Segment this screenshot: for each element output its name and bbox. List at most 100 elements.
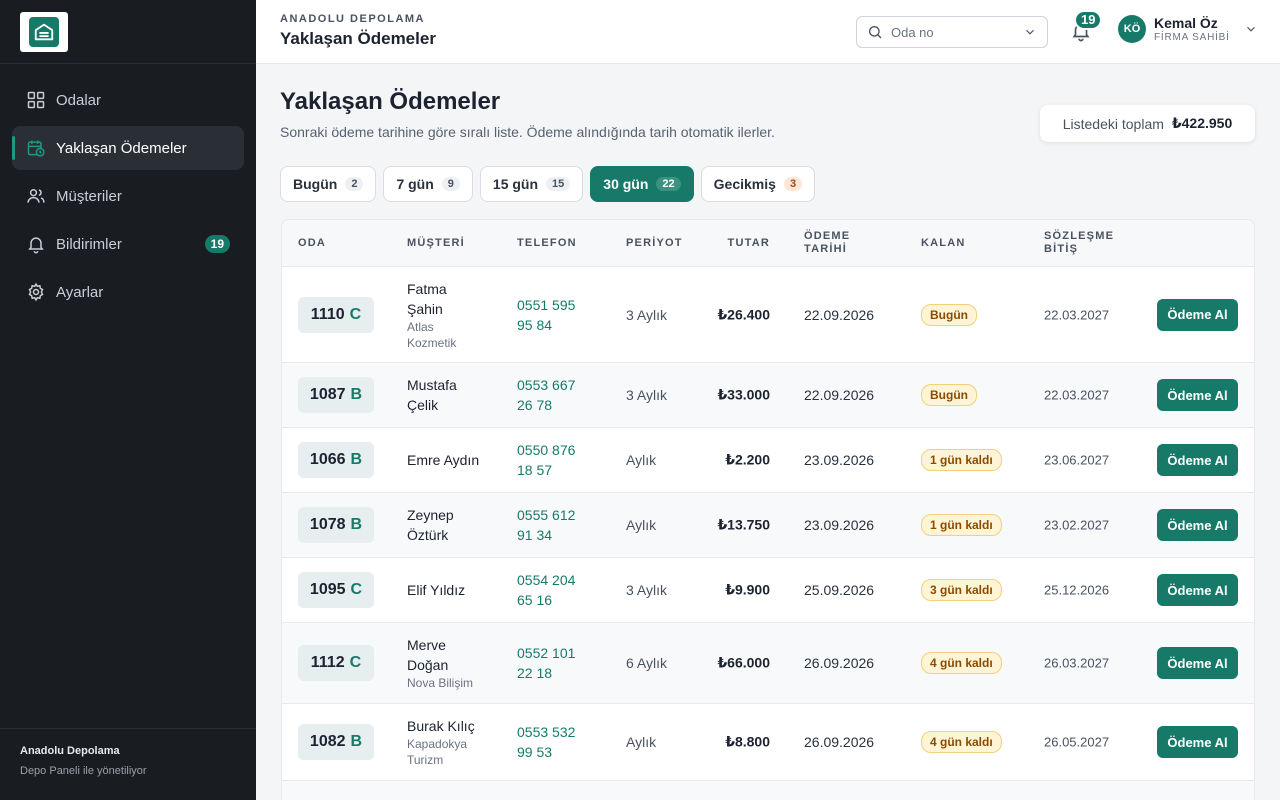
- col-period[interactable]: PERİYOT: [626, 237, 683, 250]
- phone-line: 0550 876: [517, 442, 576, 458]
- col-amount[interactable]: TUTAR: [728, 237, 770, 250]
- table-row[interactable]: 1082 B Burak Kılıç Kapadokya Turizm 0553 532 9…: [282, 704, 1254, 781]
- sidebar-item-bildirimler[interactable]: Bildirimler 19: [12, 222, 244, 266]
- take-payment-button[interactable]: Ödeme Al: [1157, 298, 1238, 331]
- filter-30-days[interactable]: 30 gün 22: [590, 166, 694, 202]
- customer-cell[interactable]: Burak Kılıç Kapadokya Turizm: [407, 716, 497, 768]
- room-chip[interactable]: 1110 C: [298, 296, 374, 333]
- customer-cell[interactable]: Merve Doğan Nova Bilişim: [407, 635, 497, 691]
- table-row[interactable]: 1066 B Emre Aydın 0550 876 18 57 Aylık ₺2.200 2…: [282, 428, 1254, 493]
- period-value: Aylık: [626, 452, 657, 468]
- room-chip[interactable]: 1082 B: [298, 724, 374, 760]
- notification-count-badge: 19: [204, 235, 230, 253]
- customer-company-line: Kapadokya: [407, 737, 468, 751]
- filter-overdue[interactable]: Gecikmiş 3: [700, 166, 816, 202]
- room-block: C: [350, 581, 363, 598]
- phone-link[interactable]: 0551 595 95 84: [517, 295, 597, 335]
- contract-end-value: 22.03.2027: [1044, 307, 1110, 322]
- payments-table: ODA MÜŞTERİ TELEFON PERİYOT TUTAR ÖDEME T…: [281, 219, 1255, 800]
- col-due-date[interactable]: ÖDEME TARİHİ: [804, 230, 850, 256]
- due-date-value: 22.09.2026: [804, 306, 875, 323]
- phone-link[interactable]: 0550 876 18 57: [517, 440, 597, 480]
- due-date-value: 26.09.2026: [804, 655, 875, 671]
- room-chip[interactable]: 1078 B: [298, 507, 374, 543]
- customer-cell[interactable]: Emre Aydın: [407, 450, 497, 470]
- col-contract-end[interactable]: SÖZLEŞME BİTİŞ: [1044, 230, 1114, 256]
- total-value: ₺422.950: [1171, 115, 1233, 131]
- logo[interactable]: [20, 11, 68, 52]
- customer-name-line: Şahin: [407, 300, 443, 317]
- sidebar-item-label: Ayarlar: [56, 283, 104, 301]
- table-row[interactable]: 1095 C Elif Yıldız 0554 204 65 16 3 Aylık ₺9.9…: [282, 558, 1254, 623]
- gear-icon: [28, 282, 44, 302]
- remaining-badge: Bugün: [921, 384, 977, 406]
- chevron-down-icon[interactable]: [1244, 22, 1258, 36]
- amount-value: ₺2.200: [725, 451, 770, 468]
- search-input[interactable]: [891, 24, 1011, 40]
- phone-link[interactable]: 0552 101 22 18: [517, 643, 597, 683]
- take-payment-button[interactable]: Ödeme Al: [1157, 647, 1238, 679]
- customer-cell[interactable]: Elif Yıldız: [407, 580, 497, 600]
- phone-link[interactable]: 0554 204 65 16: [517, 570, 597, 610]
- room-chip[interactable]: 1095 C: [298, 572, 374, 608]
- user-info: Kemal Öz FİRMA SAHİBİ: [1154, 14, 1230, 43]
- table-row-partial: [282, 781, 1254, 800]
- phone-line: 95 84: [517, 316, 553, 333]
- take-payment-button[interactable]: Ödeme Al: [1157, 379, 1238, 411]
- col-customer[interactable]: MÜŞTERİ: [407, 237, 465, 250]
- chevron-down-icon[interactable]: [1023, 25, 1037, 39]
- due-date-value: 23.09.2026: [804, 517, 875, 533]
- col-label: TARİHİ: [804, 243, 848, 255]
- customer-company-line: Atlas: [407, 319, 434, 334]
- filter-7-days[interactable]: 7 gün 9: [383, 166, 473, 202]
- due-date-value: 25.09.2026: [804, 582, 875, 598]
- col-remaining[interactable]: KALAN: [921, 237, 966, 250]
- take-payment-button[interactable]: Ödeme Al: [1157, 726, 1238, 758]
- filter-15-days[interactable]: 15 gün 15: [479, 166, 584, 202]
- customer-cell[interactable]: Fatma Şahin Atlas Kozmetik: [407, 279, 497, 351]
- search-icon: [869, 26, 882, 39]
- sidebar-item-odalar[interactable]: Odalar: [12, 78, 244, 122]
- sidebar-nav: Odalar Yaklaşan Ödemeler Müşteriler Bild…: [0, 64, 256, 332]
- remaining-badge: 1 gün kaldı: [921, 514, 1002, 536]
- phone-link[interactable]: 0553 532 99 53: [517, 722, 597, 762]
- sidebar-item-ayarlar[interactable]: Ayarlar: [12, 270, 244, 314]
- due-date-value: 26.09.2026: [804, 734, 875, 750]
- sidebar-item-label: Yaklaşan Ödemeler: [56, 139, 187, 157]
- table-row[interactable]: 1112 C Merve Doğan Nova Bilişim 0552 101 22 18…: [282, 623, 1254, 704]
- room-chip[interactable]: 1112 C: [298, 645, 374, 681]
- company-eyebrow: ANADOLU DEPOLAMA: [280, 13, 425, 25]
- avatar: KÖ: [1118, 14, 1146, 43]
- phone-link[interactable]: 0553 667 26 78: [517, 375, 597, 415]
- filter-count: 15: [546, 177, 571, 191]
- footer-company: Anadolu Depolama: [20, 745, 120, 757]
- table-row[interactable]: 1078 B Zeynep Öztürk 0555 612 91 34 Aylık ₺13.7…: [282, 493, 1254, 558]
- room-search[interactable]: [856, 16, 1048, 48]
- contract-end-value: 23.06.2027: [1044, 452, 1110, 468]
- customer-cell[interactable]: Zeynep Öztürk: [407, 505, 497, 545]
- filter-label: 15 gün: [492, 176, 539, 192]
- table-row[interactable]: 1110 C Fatma Şahin Atlas Kozmetik 0551 595 95 8…: [282, 267, 1254, 363]
- room-number: 1112: [310, 654, 345, 671]
- room-chip[interactable]: 1066 B: [298, 442, 374, 478]
- customer-name-line: Doğan: [407, 657, 449, 673]
- amount-value: ₺8.800: [725, 733, 770, 750]
- take-payment-button[interactable]: Ödeme Al: [1157, 509, 1238, 541]
- user-menu[interactable]: KÖ Kemal Öz FİRMA SAHİBİ: [1118, 14, 1258, 43]
- room-block: B: [350, 733, 363, 750]
- room-chip[interactable]: 1087 B: [298, 377, 374, 413]
- take-payment-button[interactable]: Ödeme Al: [1157, 444, 1238, 476]
- amount-value: ₺66.000: [717, 654, 770, 671]
- col-phone[interactable]: TELEFON: [517, 237, 577, 250]
- col-room[interactable]: ODA: [298, 237, 326, 250]
- filter-today[interactable]: Bugün 2: [280, 166, 377, 202]
- sidebar-item-musteriler[interactable]: Müşteriler: [12, 174, 244, 218]
- phone-link[interactable]: 0555 612 91 34: [517, 505, 597, 545]
- customer-cell[interactable]: Mustafa Çelik: [407, 375, 497, 415]
- table-row[interactable]: 1087 B Mustafa Çelik 0553 667 26 78 3 Aylık ₺33…: [282, 363, 1254, 428]
- sidebar-item-yaklasan-odemeler[interactable]: Yaklaşan Ödemeler: [12, 126, 244, 170]
- warehouse-icon: [29, 16, 59, 47]
- amount-value: ₺26.400: [717, 306, 770, 322]
- take-payment-button[interactable]: Ödeme Al: [1157, 574, 1238, 606]
- customer-name-line: Çelik: [407, 397, 439, 413]
